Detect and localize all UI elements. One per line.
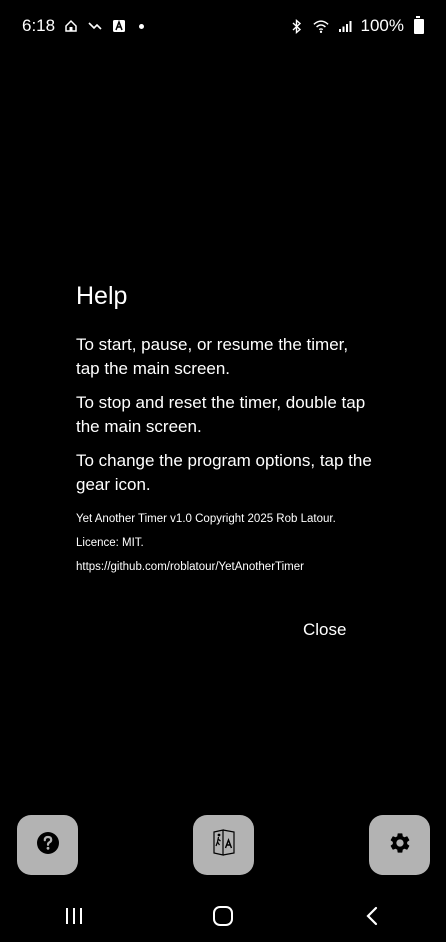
recents-icon <box>64 907 84 930</box>
dialog-title: Help <box>76 282 128 310</box>
help-dialog: Help To start, pause, or resume the time… <box>76 282 376 583</box>
mode-button[interactable] <box>193 815 254 875</box>
settings-button[interactable] <box>369 815 430 875</box>
battery-icon <box>414 15 424 34</box>
bluetooth-icon <box>289 18 305 34</box>
home-status-icon <box>63 18 79 34</box>
screen[interactable]: 6:18 100% Help To start, pause, or resum… <box>0 0 446 942</box>
missed-call-icon <box>87 18 103 34</box>
help-paragraph-stop: To stop and reset the timer, double tap … <box>76 393 366 436</box>
help-paragraph-start: To start, pause, or resume the timer, ta… <box>76 335 349 378</box>
copyright-text: Yet Another Timer v1.0 Copyright 2025 Ro… <box>76 513 336 525</box>
help-circle-icon <box>36 831 60 860</box>
battery-percent: 100% <box>360 16 404 35</box>
status-left: 6:18 <box>22 16 145 36</box>
home-icon <box>212 905 234 932</box>
walk-text-icon <box>211 828 237 862</box>
home-button[interactable] <box>193 898 253 938</box>
help-paragraph-options: To change the program options, tap the g… <box>76 451 372 494</box>
help-button[interactable] <box>17 815 78 875</box>
status-time: 6:18 <box>22 16 56 35</box>
close-button[interactable]: Close <box>303 620 346 640</box>
gear-icon <box>388 831 412 860</box>
licence-text: Licence: MIT. <box>76 537 144 549</box>
status-bar: 6:18 100% <box>0 0 446 52</box>
status-right: 100% <box>289 15 424 36</box>
recents-button[interactable] <box>44 898 104 938</box>
back-icon <box>365 906 379 931</box>
notification-dot-icon <box>139 23 145 29</box>
app-a-icon <box>111 18 127 34</box>
wifi-icon <box>312 18 329 34</box>
github-link[interactable]: https://github.com/roblatour/YetAnotherT… <box>76 559 376 575</box>
back-button[interactable] <box>342 898 402 938</box>
navigation-bar <box>0 894 446 942</box>
signal-icon <box>337 18 353 34</box>
